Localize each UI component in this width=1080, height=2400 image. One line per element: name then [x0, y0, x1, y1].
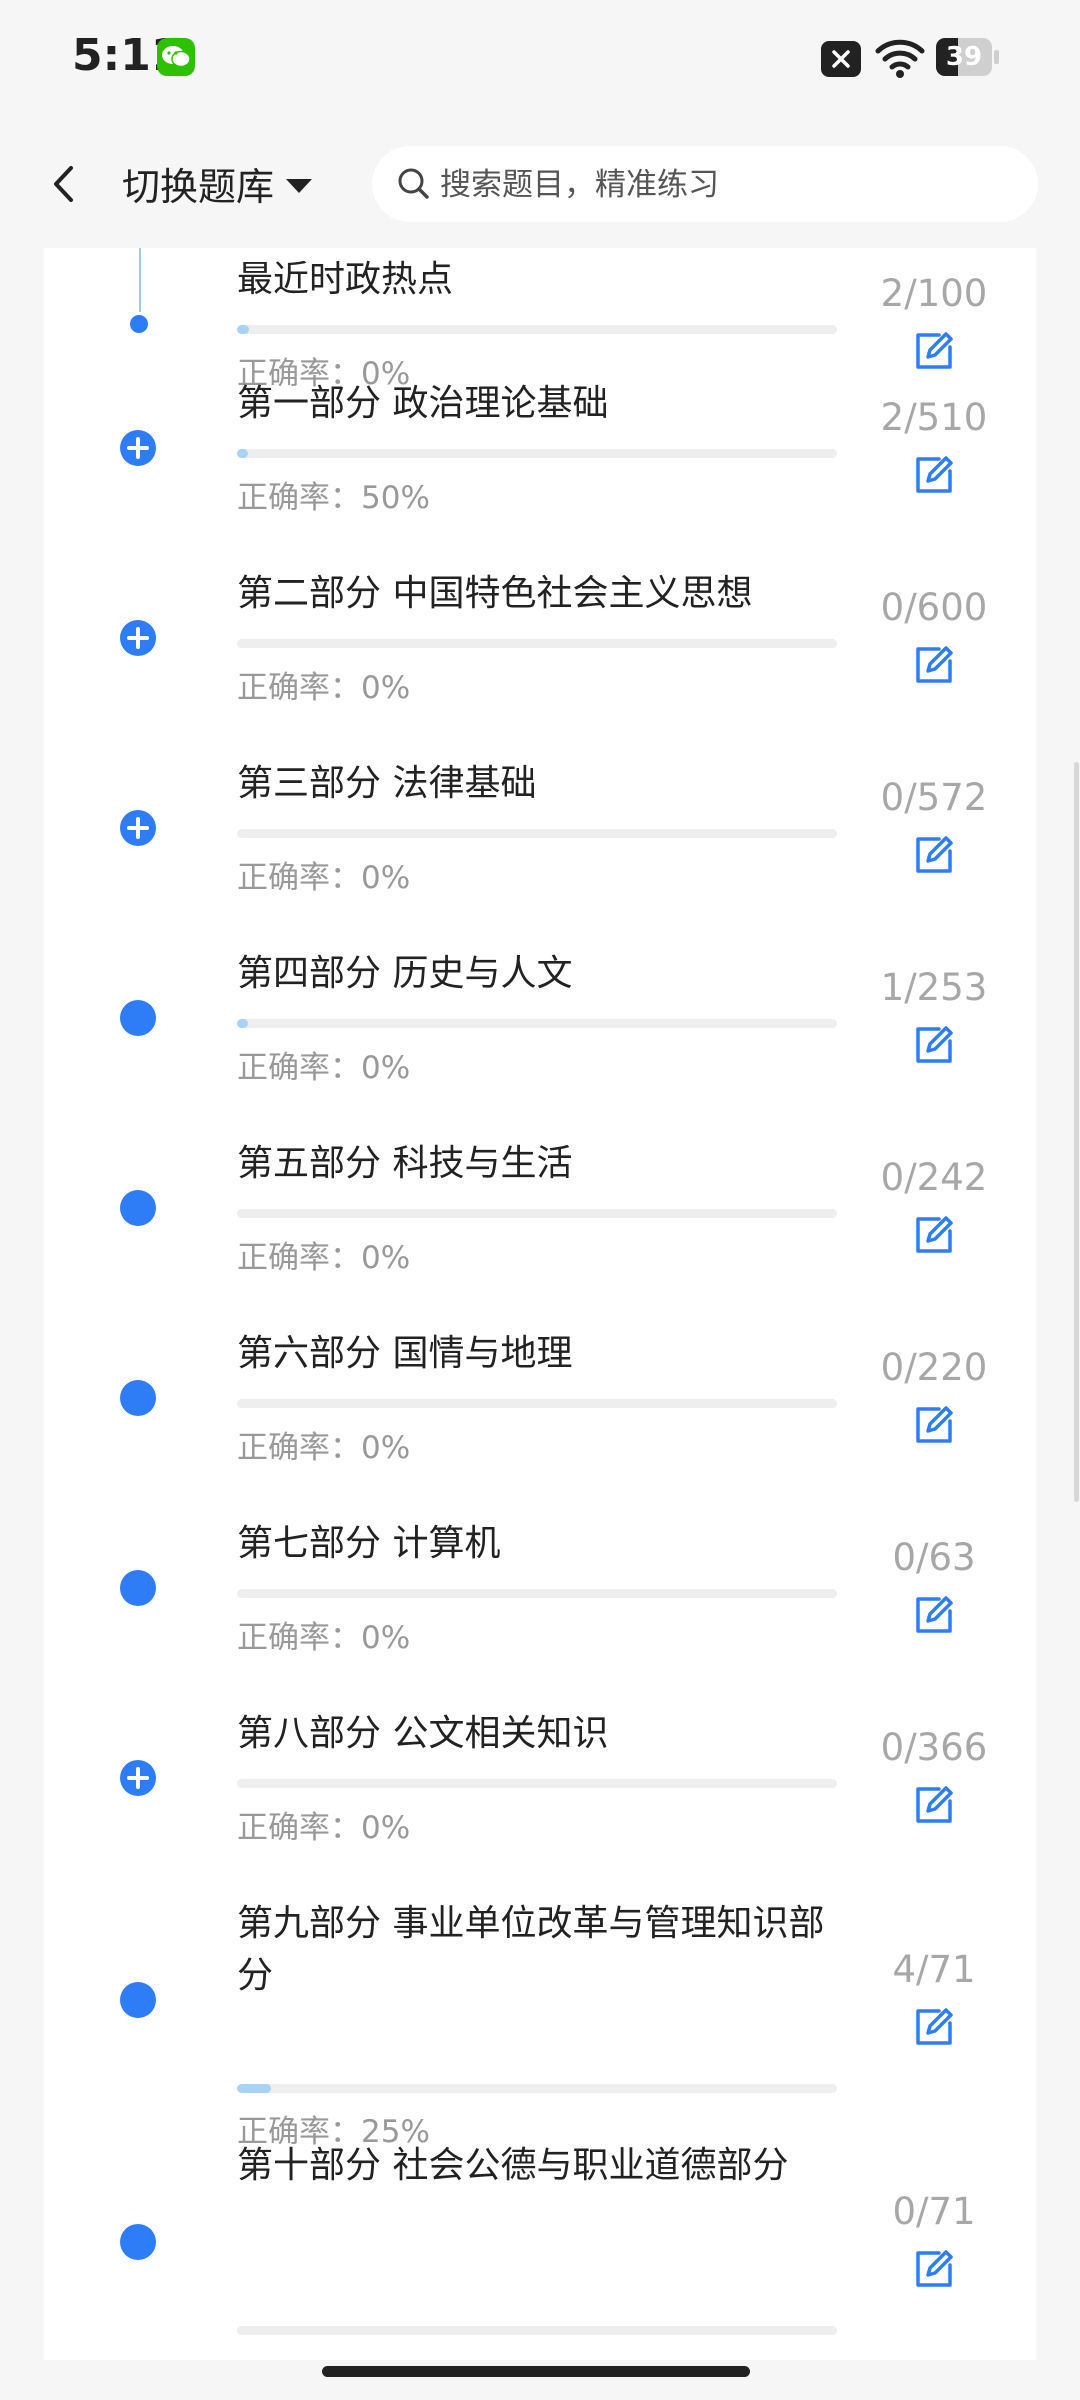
search-box[interactable]: [372, 146, 1038, 224]
caret-down-icon: [286, 179, 313, 193]
progress-count: 4/71: [892, 1948, 976, 1991]
dot-icon: [120, 1570, 156, 1606]
edit-note-icon[interactable]: [913, 330, 955, 372]
dot-icon: [130, 315, 148, 333]
section-title: 最近时政热点: [237, 259, 454, 300]
search-icon: [396, 166, 432, 206]
section-title: 第七部分 计算机: [237, 1523, 501, 1564]
scrollbar[interactable]: [1074, 762, 1079, 1502]
wifi-icon: [875, 38, 925, 82]
home-indicator[interactable]: [322, 2366, 750, 2377]
progress-count: 2/100: [880, 272, 988, 315]
progress-bar: [237, 1779, 837, 1788]
section-title: 第三部分 法律基础: [237, 763, 537, 804]
progress-count: 0/242: [880, 1156, 988, 1199]
section-list: 最近时政热点 正确率：0% 2/100 第一部分 政治理论基础 正确率：50% …: [44, 248, 1036, 2360]
top-bar: 切换题库: [0, 120, 1080, 248]
section-title: 第十部分 社会公德与职业道德部分: [237, 2145, 789, 2186]
progress-bar: [237, 449, 837, 458]
progress-count: 0/71: [892, 2190, 976, 2233]
edit-note-icon[interactable]: [913, 1784, 955, 1826]
progress-count: 2/510: [880, 396, 988, 439]
edit-note-icon[interactable]: [913, 1594, 955, 1636]
plus-circle-icon[interactable]: [120, 810, 156, 846]
progress-bar: [237, 1399, 837, 1408]
edit-note-icon[interactable]: [913, 644, 955, 686]
plus-circle-icon[interactable]: [120, 1760, 156, 1796]
status-bar: 5:11 39: [0, 0, 1080, 120]
dot-icon: [120, 1190, 156, 1226]
switch-bank-label: 切换题库: [122, 164, 275, 209]
section-title: 第二部分 中国特色社会主义思想: [237, 573, 753, 614]
plus-circle-icon[interactable]: [120, 430, 156, 466]
accuracy-text: 正确率：0%: [237, 860, 411, 896]
progress-bar: [237, 2326, 837, 2335]
edit-note-icon[interactable]: [913, 1214, 955, 1256]
dot-icon: [120, 1982, 156, 2018]
progress-count: 0/220: [880, 1346, 988, 1389]
section-title: 第一部分 政治理论基础: [237, 383, 609, 424]
wechat-icon: [157, 38, 195, 76]
plus-circle-icon[interactable]: [120, 620, 156, 656]
progress-bar: [237, 1209, 837, 1218]
section-title: 第六部分 国情与地理: [237, 1333, 573, 1374]
edit-note-icon[interactable]: [913, 1404, 955, 1446]
edit-note-icon[interactable]: [913, 1024, 955, 1066]
accuracy-text: 正确率：0%: [237, 1810, 411, 1846]
accuracy-text: 正确率：0%: [237, 1430, 411, 1466]
edit-note-icon[interactable]: [913, 2006, 955, 2048]
progress-bar: [237, 1019, 837, 1028]
progress-count: 0/366: [880, 1726, 988, 1769]
chevron-left-icon[interactable]: [44, 162, 84, 206]
close-notification-icon: [821, 41, 861, 77]
accuracy-text: 正确率：0%: [237, 670, 411, 706]
progress-count: 0/600: [880, 586, 988, 629]
section-title: 第四部分 历史与人文: [237, 953, 573, 994]
battery-percent: 39: [945, 42, 983, 72]
progress-count: 1/253: [880, 966, 988, 1009]
search-input[interactable]: [438, 146, 1002, 224]
edit-note-icon[interactable]: [913, 2248, 955, 2290]
accuracy-text: 正确率：0%: [237, 1240, 411, 1276]
accuracy-text: 正确率：0%: [237, 1050, 411, 1086]
progress-bar: [237, 325, 837, 334]
section-title: 第五部分 科技与生活: [237, 1143, 573, 1184]
progress-bar: [237, 2084, 837, 2093]
edit-note-icon[interactable]: [913, 454, 955, 496]
dot-icon: [120, 2224, 156, 2260]
progress-bar: [237, 639, 837, 648]
dot-icon: [120, 1000, 156, 1036]
switch-bank-dropdown[interactable]: 切换题库: [122, 158, 313, 209]
timeline-line: [139, 248, 141, 312]
edit-note-icon[interactable]: [913, 834, 955, 876]
accuracy-text: 正确率：50%: [237, 480, 430, 516]
section-title: 第八部分 公文相关知识: [237, 1713, 609, 1754]
progress-count: 0/63: [892, 1536, 976, 1579]
progress-count: 0/572: [880, 776, 988, 819]
accuracy-text: 正确率：0%: [237, 1620, 411, 1656]
battery-icon: 39: [936, 38, 999, 76]
progress-bar: [237, 1589, 837, 1598]
section-title: 第九部分 事业单位改革与管理知识部分: [237, 1903, 825, 1996]
dot-icon: [120, 1380, 156, 1416]
progress-bar: [237, 829, 837, 838]
